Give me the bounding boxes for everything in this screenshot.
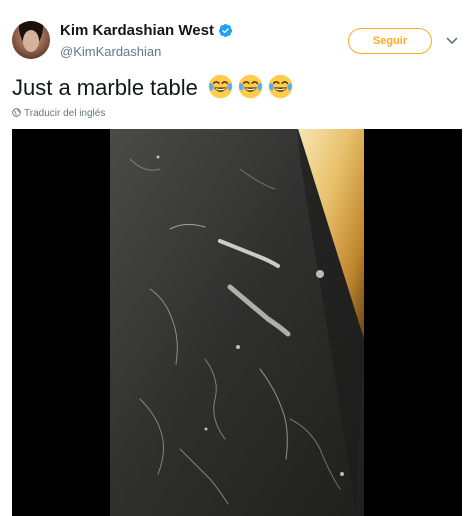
tweet-text: Just a marble table <box>12 73 294 101</box>
display-name[interactable]: Kim Kardashian West <box>60 22 214 39</box>
author-block[interactable]: Kim Kardashian West @KimKardashian <box>60 22 233 59</box>
tweet-text-content: Just a marble table <box>12 75 198 100</box>
translate-link[interactable]: Traducir del inglés <box>12 108 105 119</box>
tweet-header: Kim Kardashian West @KimKardashian Segui… <box>0 0 465 64</box>
globe-icon <box>12 108 21 117</box>
translate-label: Traducir del inglés <box>24 108 106 119</box>
avatar[interactable] <box>12 21 50 59</box>
video-frame <box>110 129 364 516</box>
face-with-tears-of-joy-icon <box>208 74 233 99</box>
verified-badge-icon <box>218 24 232 38</box>
face-with-tears-of-joy-icon <box>268 74 293 99</box>
chevron-down-icon[interactable] <box>446 35 458 47</box>
username-handle[interactable]: @KimKardashian <box>60 44 233 59</box>
follow-button[interactable]: Seguir <box>348 28 432 54</box>
face-with-tears-of-joy-icon <box>238 74 263 99</box>
video-player[interactable] <box>12 129 462 516</box>
